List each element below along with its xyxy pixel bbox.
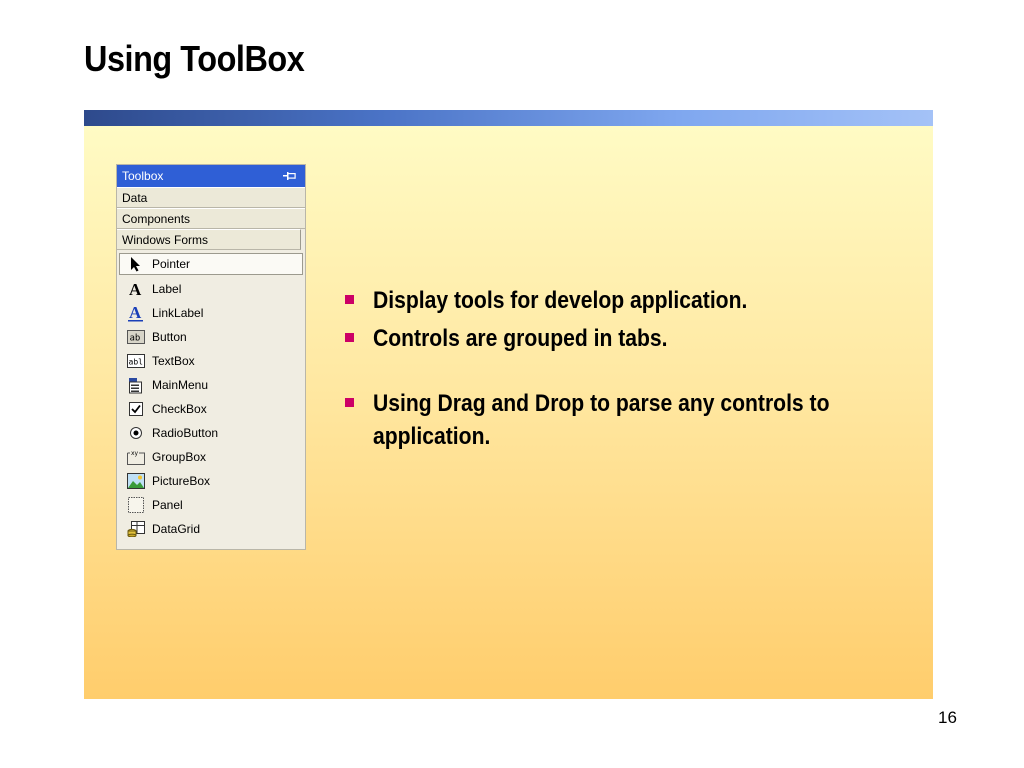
toolbox-item-pointer[interactable]: Pointer bbox=[119, 253, 303, 275]
bullet-text: Display tools for develop application. bbox=[373, 287, 748, 314]
pointer-icon bbox=[126, 255, 146, 273]
tab-components[interactable]: Components bbox=[117, 208, 305, 229]
toolbox-item-label: TextBox bbox=[152, 354, 195, 368]
svg-text:A: A bbox=[129, 304, 142, 322]
toolbox-item-linklabel[interactable]: A LinkLabel bbox=[117, 301, 305, 325]
toolbox-header: Toolbox bbox=[117, 165, 305, 187]
checkbox-icon bbox=[126, 400, 146, 418]
toolbox-item-checkbox[interactable]: CheckBox bbox=[117, 397, 305, 421]
tab-label: Windows Forms bbox=[122, 232, 209, 247]
toolbox-item-textbox[interactable]: abl TextBox bbox=[117, 349, 305, 373]
toolbox-item-label: MainMenu bbox=[152, 378, 209, 392]
linklabel-icon: A bbox=[126, 304, 146, 322]
toolbox-panel: Toolbox Data Components Windows Forms Po… bbox=[116, 164, 306, 550]
toolbox-item-picturebox[interactable]: PictureBox bbox=[117, 469, 305, 493]
bullet-item: Controls are grouped in tabs. bbox=[345, 322, 915, 355]
toolbox-item-groupbox[interactable]: xy GroupBox bbox=[117, 445, 305, 469]
radiobutton-icon bbox=[126, 424, 146, 442]
title-underline-bar bbox=[84, 110, 933, 126]
bullet-text: Controls are grouped in tabs. bbox=[373, 325, 668, 352]
tab-data[interactable]: Data bbox=[117, 187, 305, 208]
panel-icon bbox=[126, 496, 146, 514]
toolbox-item-label: DataGrid bbox=[152, 522, 201, 536]
toolbox-item-radiobutton[interactable]: RadioButton bbox=[117, 421, 305, 445]
svg-text:xy: xy bbox=[131, 450, 139, 457]
button-icon: ab bbox=[126, 328, 146, 346]
toolbox-item-label: PictureBox bbox=[152, 474, 211, 488]
svg-text:ab: ab bbox=[130, 334, 141, 344]
bullet-square-icon bbox=[345, 333, 354, 342]
toolbox-item-button[interactable]: ab Button bbox=[117, 325, 305, 349]
textbox-icon: abl bbox=[126, 352, 146, 370]
datagrid-icon bbox=[126, 520, 146, 538]
picturebox-icon bbox=[126, 472, 146, 490]
tab-windows-forms[interactable]: Windows Forms bbox=[117, 229, 301, 250]
pin-icon[interactable] bbox=[283, 171, 297, 181]
toolbox-item-panel[interactable]: Panel bbox=[117, 493, 305, 517]
bullet-square-icon bbox=[345, 398, 354, 407]
bullet-item: Using Drag and Drop to parse any control… bbox=[345, 387, 915, 453]
toolbox-item-label: Panel bbox=[152, 498, 183, 512]
toolbox-item-label: CheckBox bbox=[152, 402, 207, 416]
toolbox-item-list: Pointer A Label A LinkLabel ab Button ab… bbox=[117, 250, 305, 541]
mainmenu-icon bbox=[126, 376, 146, 394]
page-number: 16 bbox=[938, 708, 957, 727]
svg-text:A: A bbox=[129, 280, 142, 298]
slide-title: Using ToolBox bbox=[84, 38, 305, 79]
tab-label: Data bbox=[122, 190, 148, 205]
toolbox-item-label: Label bbox=[152, 282, 182, 296]
label-icon: A bbox=[126, 280, 146, 298]
toolbox-item-label: GroupBox bbox=[152, 450, 207, 464]
toolbox-item-label-control[interactable]: A Label bbox=[117, 277, 305, 301]
toolbox-item-datagrid[interactable]: DataGrid bbox=[117, 517, 305, 541]
toolbox-item-label: Pointer bbox=[152, 257, 191, 271]
bullet-square-icon bbox=[345, 295, 354, 304]
groupbox-icon: xy bbox=[126, 448, 146, 466]
bullet-list: Display tools for develop application. C… bbox=[345, 284, 915, 453]
toolbox-item-label: LinkLabel bbox=[152, 306, 204, 320]
toolbox-title: Toolbox bbox=[122, 169, 164, 183]
toolbox-item-mainmenu[interactable]: MainMenu bbox=[117, 373, 305, 397]
toolbox-item-label: RadioButton bbox=[152, 426, 219, 440]
bullet-text: Using Drag and Drop to parse any control… bbox=[373, 390, 830, 450]
toolbox-item-label: Button bbox=[152, 330, 187, 344]
svg-text:abl: abl bbox=[129, 358, 144, 367]
bullet-item: Display tools for develop application. bbox=[345, 284, 915, 317]
tab-label: Components bbox=[122, 211, 191, 226]
